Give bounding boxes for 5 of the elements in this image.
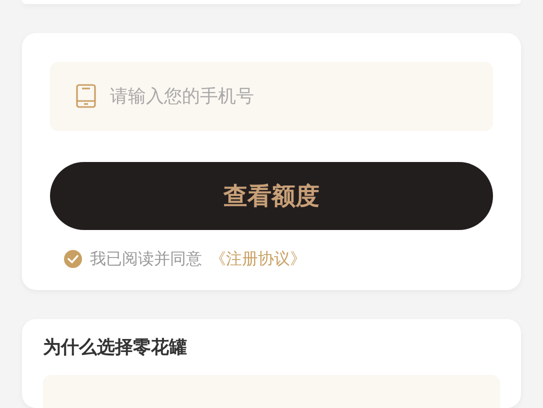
phone-input-field[interactable]: 请输入您的手机号 (50, 62, 493, 131)
check-limit-button[interactable]: 查看额度 (50, 162, 493, 230)
agreement-text: 我已阅读并同意 (90, 248, 202, 270)
agree-checkbox[interactable] (64, 250, 82, 268)
section-title: 为什么选择零花罐 (43, 336, 188, 360)
